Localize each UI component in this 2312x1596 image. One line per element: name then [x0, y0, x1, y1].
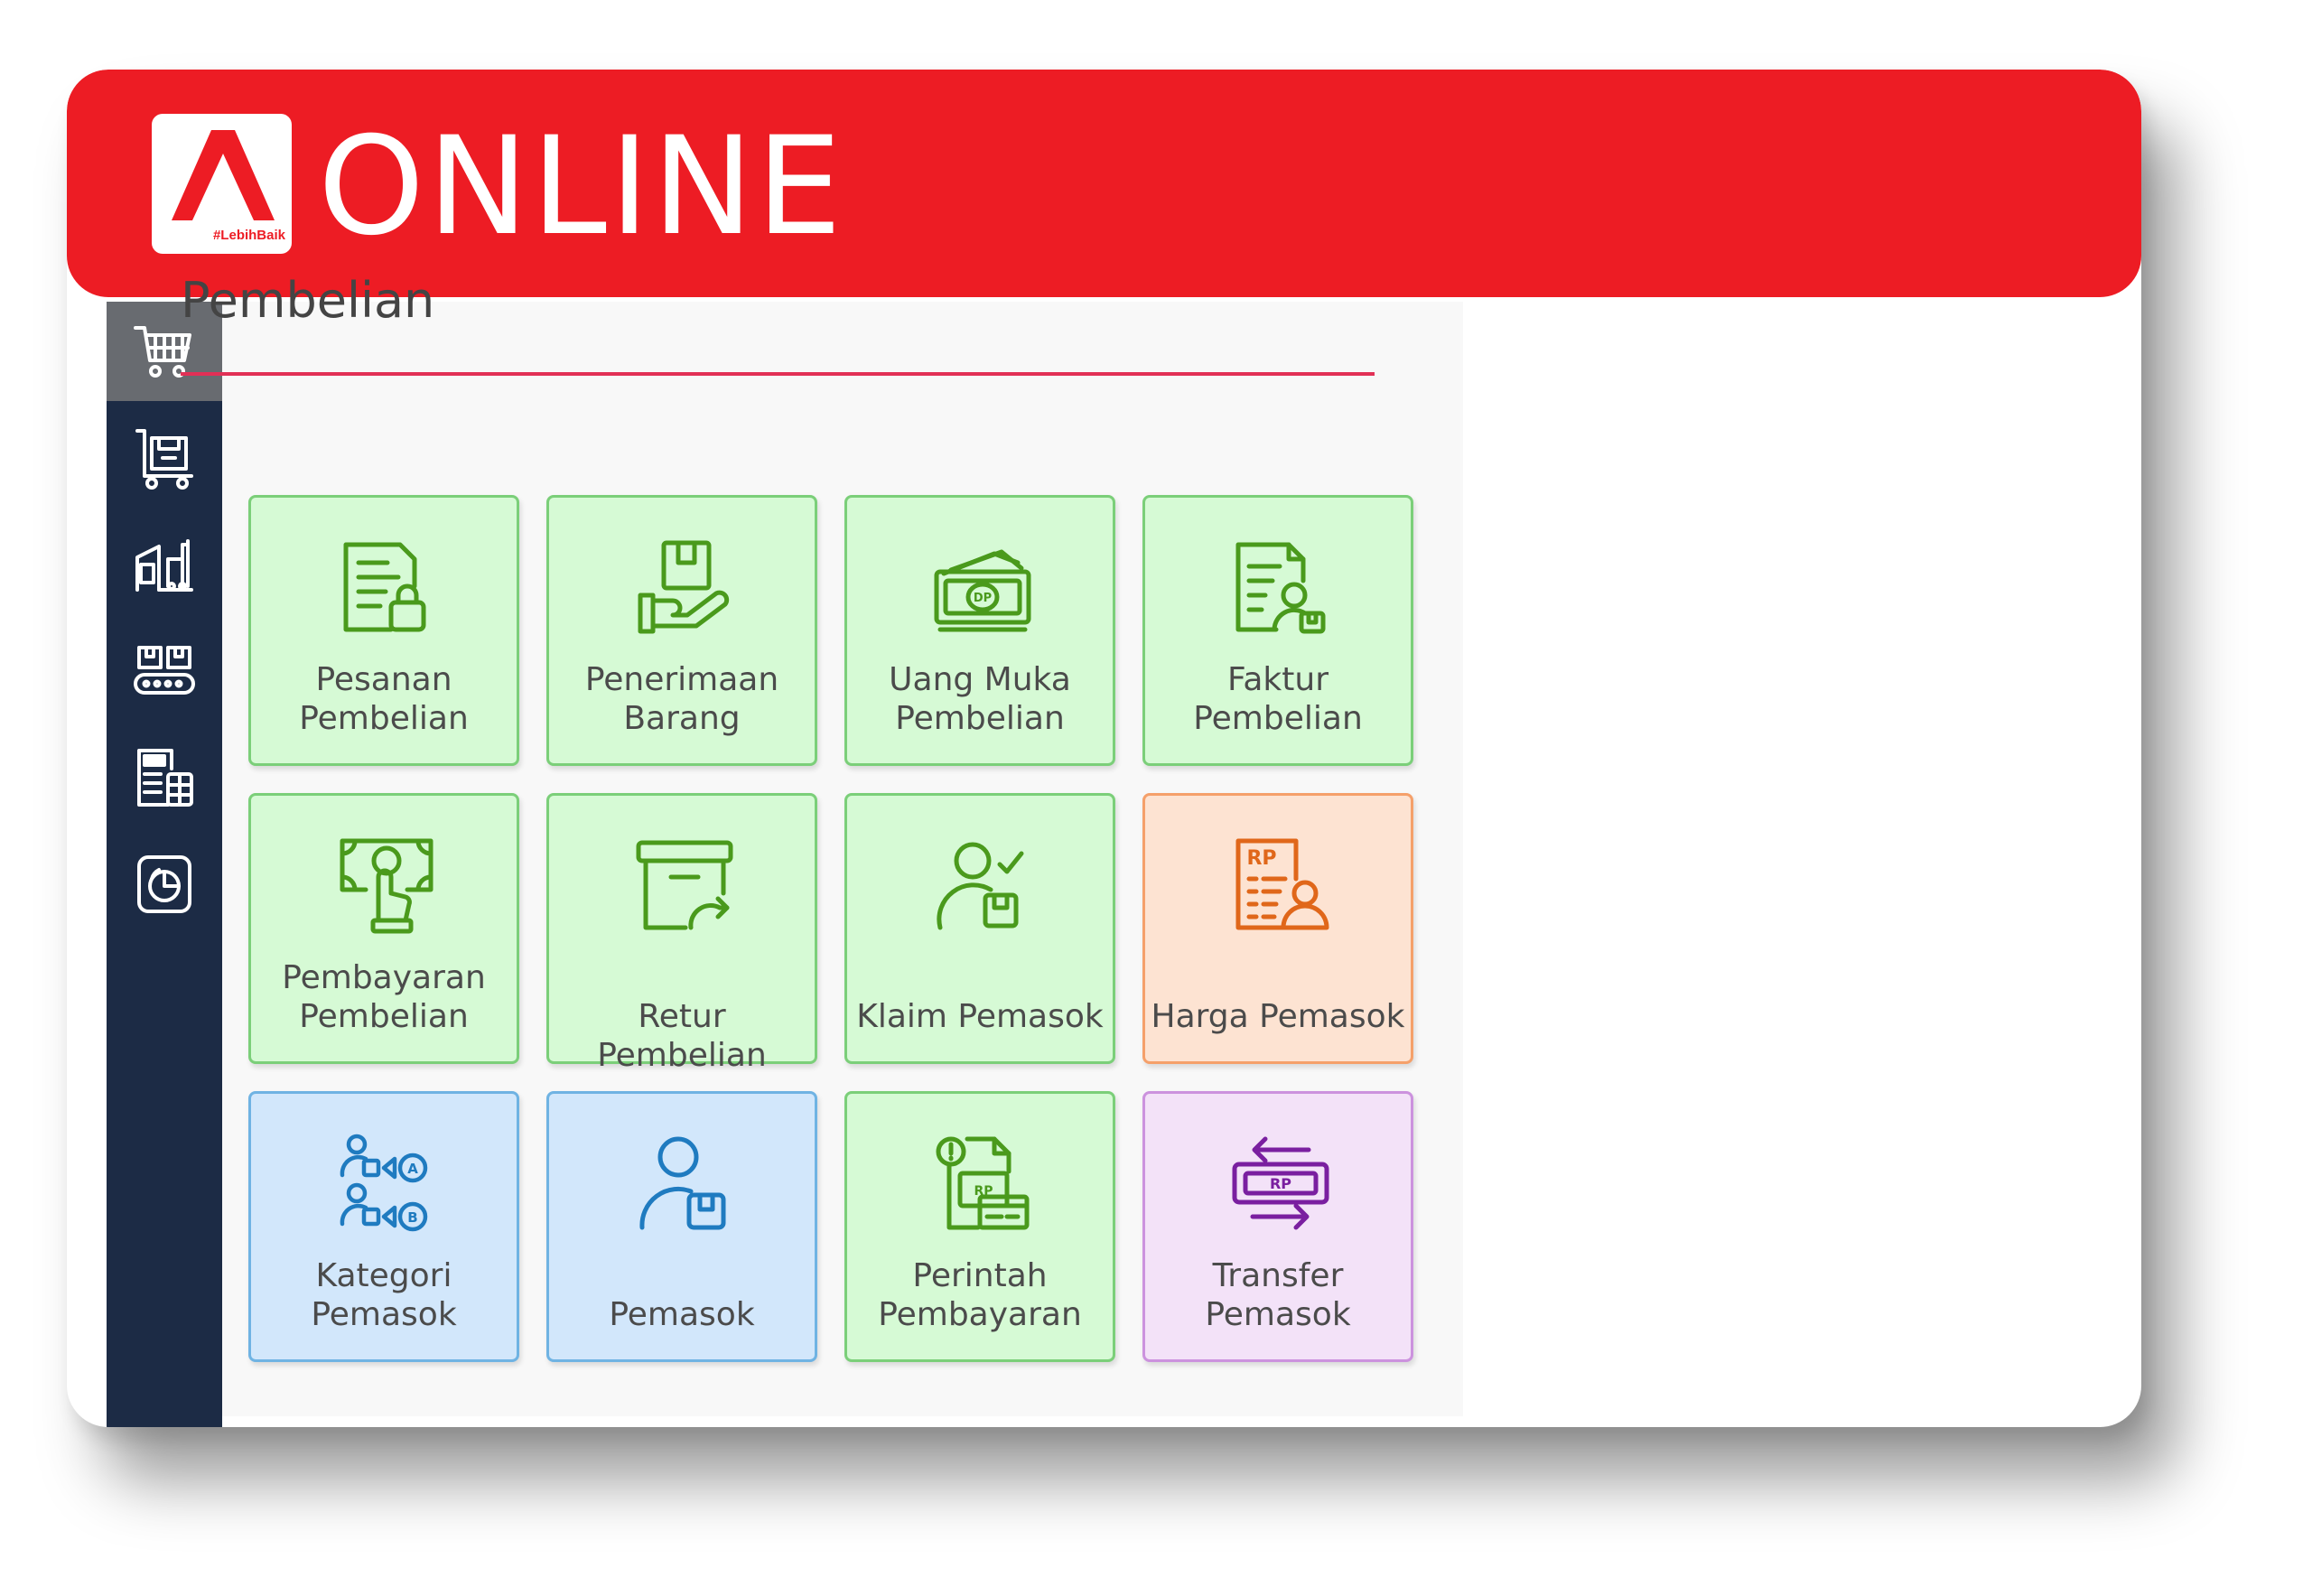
title-divider [181, 372, 1375, 376]
tile-transfer-pemasok[interactable]: RP Transfer Pemasok [1142, 1091, 1413, 1362]
tile-pemasok[interactable]: Pemasok [546, 1091, 817, 1362]
tile-perintah-pembayaran[interactable]: RP Perintah Pembayaran [844, 1091, 1115, 1362]
accurate-logo: #LebihBaik [152, 114, 292, 254]
vendor-price-icon: RP [1235, 838, 1329, 930]
svg-text:A: A [407, 1161, 418, 1177]
warehouse-icon [135, 539, 193, 592]
tile-uang-muka-pembelian[interactable]: DP Uang Muka Pembelian [844, 495, 1115, 766]
tile-harga-pemasok[interactable]: RP Harga Pemasok [1142, 793, 1413, 1064]
tax-document-icon [137, 749, 193, 807]
svg-text:RP: RP [1270, 1175, 1291, 1192]
purchase-return-icon [636, 840, 733, 930]
tile-pembayaran-pembelian[interactable]: Pembayaran Pembelian [248, 793, 519, 1064]
tile-label: Perintah Pembayaran [878, 1257, 1082, 1333]
vendor-icon [639, 1136, 726, 1230]
purchase-payment-icon [340, 838, 434, 934]
tile-kategori-pemasok[interactable]: A B Kategori Pemasok [248, 1091, 519, 1362]
vendor-transfer-icon: RP [1232, 1136, 1329, 1230]
tile-klaim-pemasok[interactable]: Klaim Pemasok [844, 793, 1115, 1064]
tile-retur-pembelian[interactable]: Retur Pembelian [546, 793, 817, 1074]
page-title: Pembelian [181, 272, 435, 329]
receive-goods-icon [638, 540, 730, 634]
purchase-invoice-icon [1235, 542, 1326, 634]
tile-label: Pemasok [609, 1296, 755, 1333]
tile-label: Retur Pembelian [597, 998, 767, 1074]
svg-text:DP: DP [974, 592, 992, 605]
svg-text:RP: RP [1246, 847, 1276, 870]
tile-penerimaan-barang[interactable]: Penerimaan Barang [546, 495, 817, 766]
sidebar-item-production[interactable] [107, 621, 222, 721]
vendor-claim-icon [937, 842, 1024, 930]
tile-label: Transfer Pemasok [1205, 1257, 1351, 1333]
purchase-order-icon [343, 542, 426, 632]
tile-label: Pesanan Pembelian [299, 661, 469, 737]
sidebar-item-report[interactable] [107, 835, 222, 934]
report-chart-icon [137, 855, 191, 913]
down-payment-icon: DP [934, 549, 1031, 632]
tile-faktur-pembelian[interactable]: Faktur Pembelian [1142, 495, 1413, 766]
tile-pesanan-pembelian[interactable]: Pesanan Pembelian [248, 495, 519, 766]
box-trolley-icon [135, 429, 193, 490]
logo-tagline: #LebihBaik [212, 228, 285, 243]
header-banner: #LebihBaik ONLINE [67, 70, 2141, 297]
tile-label: Pembayaran Pembelian [282, 959, 486, 1035]
sidebar [107, 302, 222, 1427]
vendor-category-icon: A B [340, 1134, 428, 1232]
sidebar-item-warehouse[interactable] [107, 515, 222, 614]
brand-title: ONLINE [318, 108, 845, 266]
tile-label: Faktur Pembelian [1193, 661, 1363, 737]
sidebar-item-inventory[interactable] [107, 408, 222, 508]
sidebar-item-tax[interactable] [107, 728, 222, 827]
tile-label: Kategori Pemasok [311, 1257, 457, 1333]
tile-label: Harga Pemasok [1151, 998, 1405, 1035]
tile-label: Uang Muka Pembelian [889, 661, 1071, 737]
svg-text:B: B [407, 1209, 417, 1226]
tile-label: Klaim Pemasok [856, 998, 1104, 1035]
payment-order-icon: RP [936, 1136, 1030, 1230]
conveyor-icon [134, 646, 195, 695]
tile-label: Penerimaan Barang [584, 661, 779, 737]
